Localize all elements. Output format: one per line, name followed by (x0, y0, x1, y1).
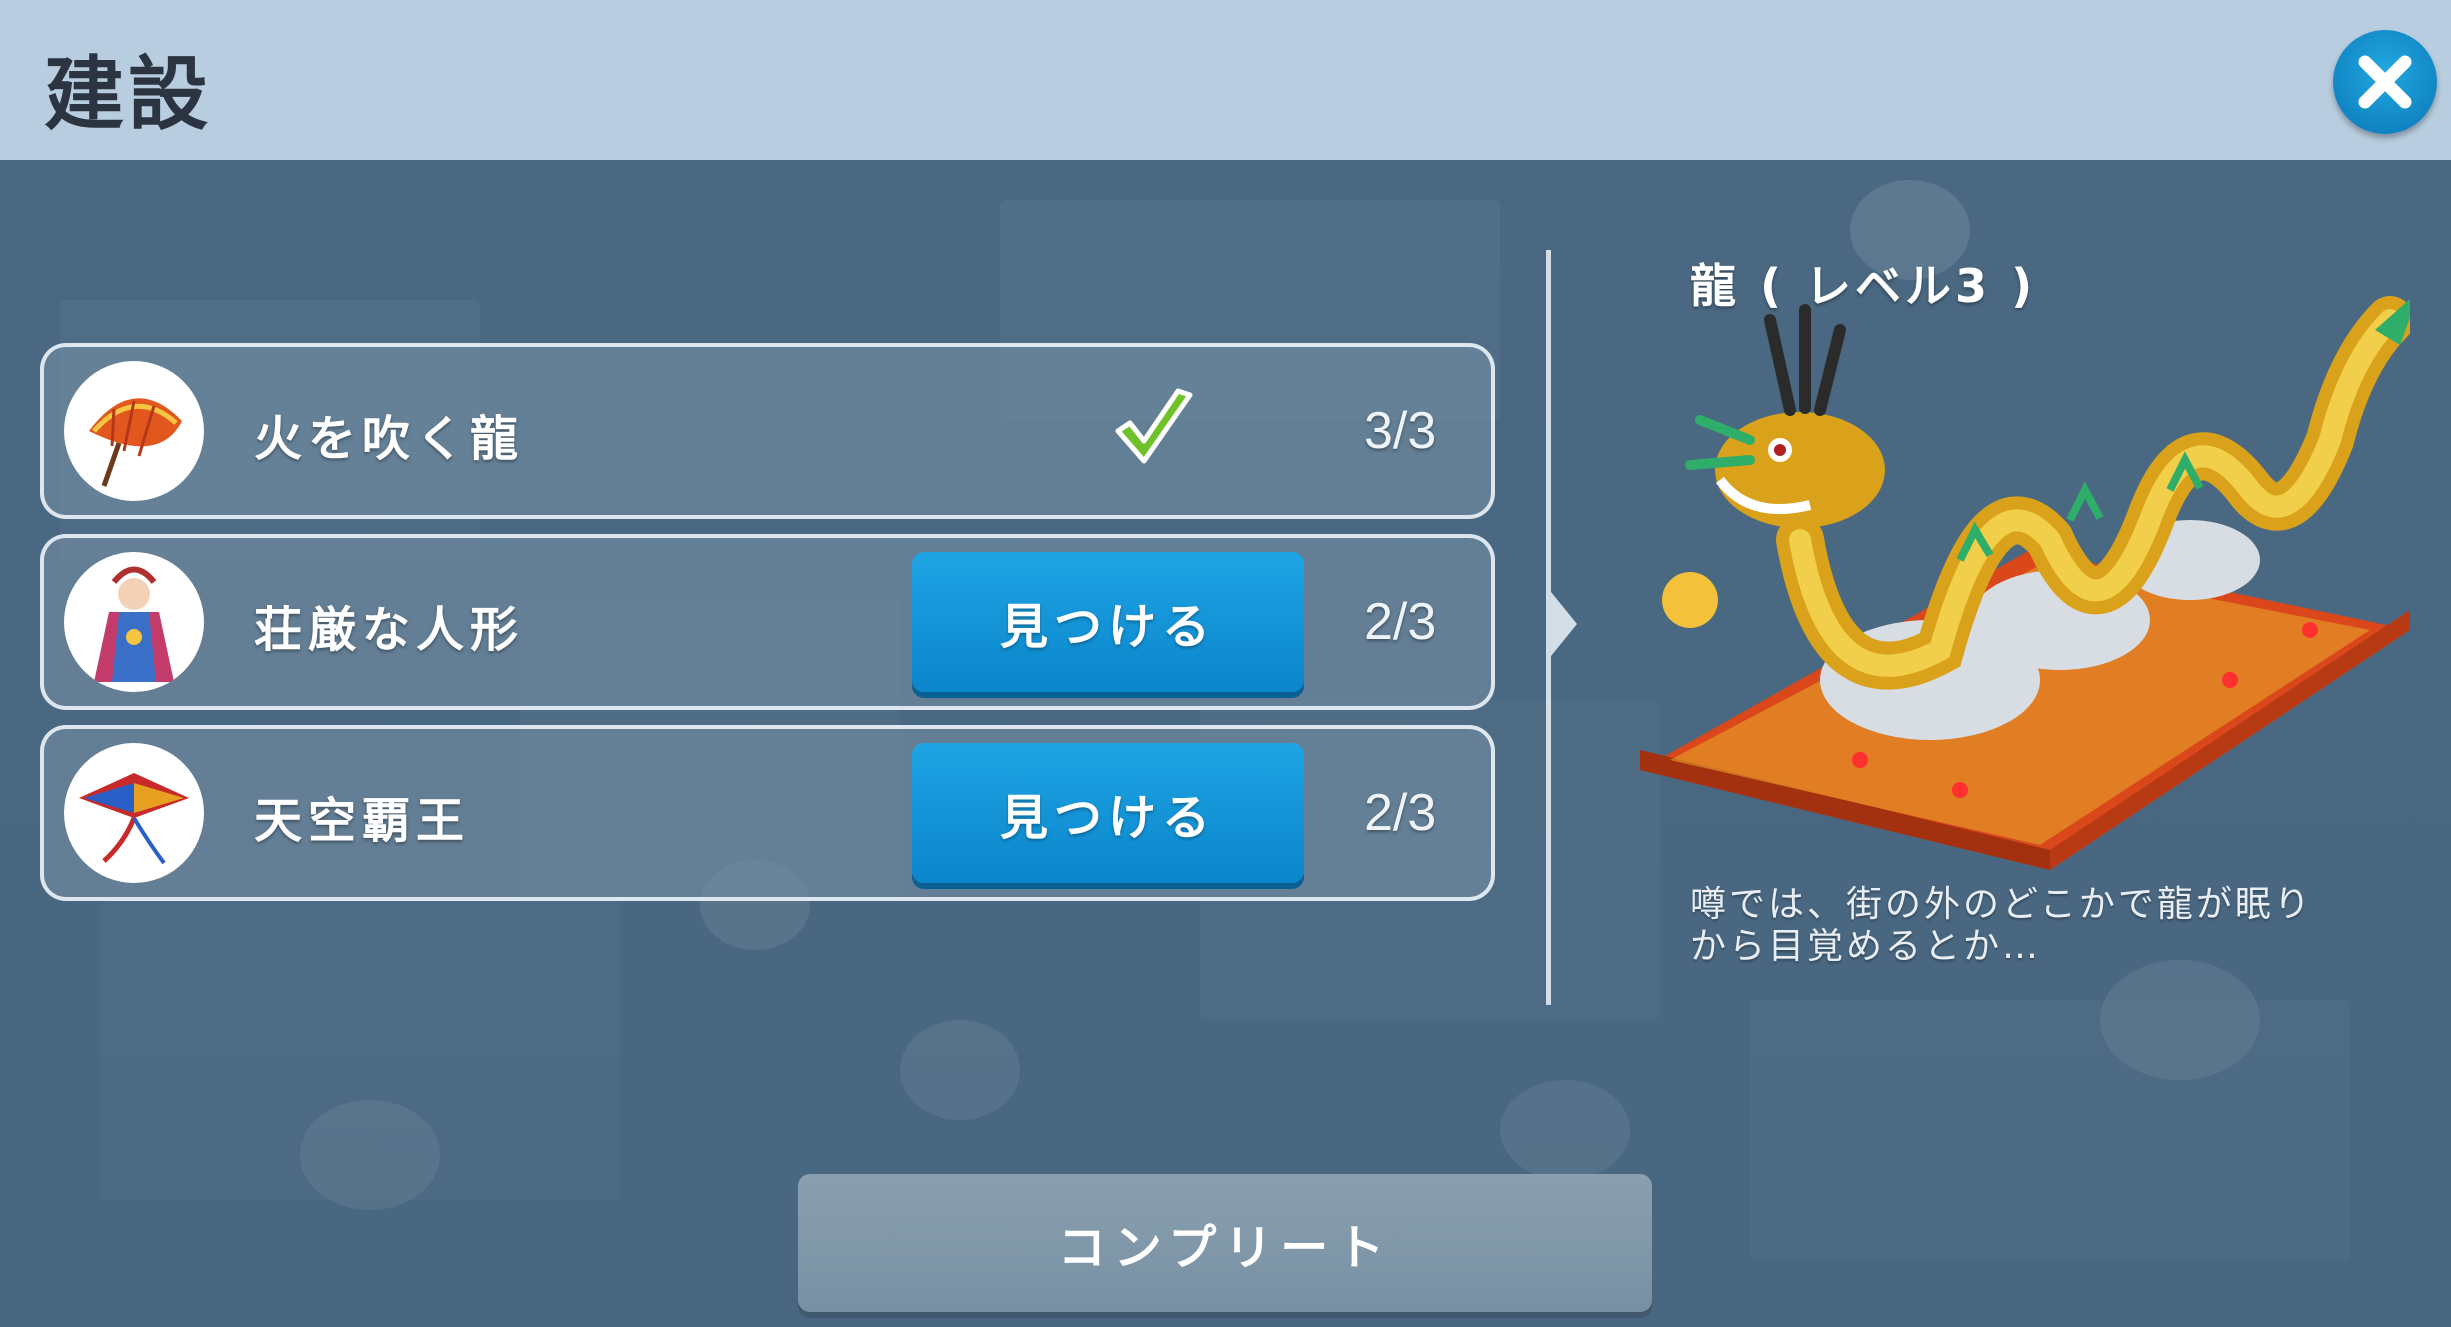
requirement-name: 天空覇王 (254, 793, 471, 849)
requirement-name: 荘厳な人形 (254, 602, 525, 658)
check-icon (1115, 388, 1193, 464)
requirement-count: 3/3 (1364, 402, 1437, 460)
complete-button[interactable]: コンプリート (798, 1174, 1652, 1312)
requirement-count: 2/3 (1364, 784, 1437, 842)
find-button[interactable]: 見つける (912, 743, 1304, 883)
building-description: 噂では、街の外のどこかで龍が眠りから目覚めるとか… (1690, 884, 2313, 967)
requirement-row-doll: 荘厳な人形 見つける 2/3 (40, 534, 1495, 710)
arrow-right-icon (1551, 592, 1577, 656)
find-button[interactable]: 見つける (912, 552, 1304, 692)
requirement-row-sky-king: 天空覇王 見つける 2/3 (40, 725, 1495, 901)
paper-umbrella-icon (64, 361, 204, 501)
doll-icon (64, 552, 204, 692)
close-button[interactable] (2333, 30, 2437, 134)
close-icon (2358, 55, 2412, 109)
requirement-count: 2/3 (1364, 593, 1437, 651)
requirement-name: 火を吹く龍 (254, 411, 525, 467)
page-title: 建設 (44, 48, 212, 141)
kite-icon (64, 743, 204, 883)
requirement-row-fire-dragon: 火を吹く龍 3/3 (40, 343, 1495, 519)
dragon-building-icon (1640, 296, 2410, 870)
header-bar: 建設 (0, 0, 2451, 160)
